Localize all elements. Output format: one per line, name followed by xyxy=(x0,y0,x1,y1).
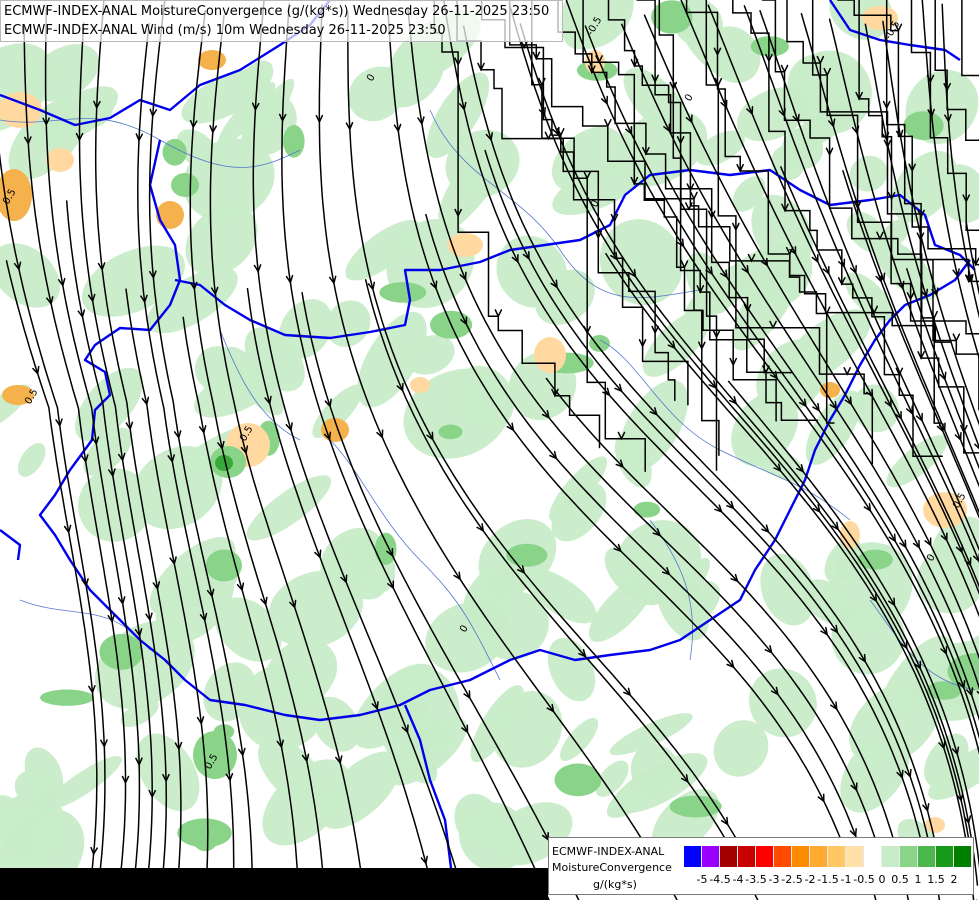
contour-label: 0 xyxy=(683,92,696,103)
legend-tick-label: -1 xyxy=(840,873,852,886)
legend-tick-label: 1.5 xyxy=(927,873,945,886)
green-convergence-area xyxy=(0,243,61,308)
wind-streamline xyxy=(965,221,979,296)
color-legend: ECMWF-INDEX-ANAL MoistureConvergence g/(… xyxy=(548,837,974,895)
map-title-box: ECMWF-INDEX-ANAL MoistureConvergence (g/… xyxy=(0,0,563,42)
legend-swatch xyxy=(882,846,900,867)
moisture-convergence-wind-map[interactable]: 000000.50.50.5-0.5-0.50.50.5 xyxy=(0,0,979,900)
legend-tick-label: 0 xyxy=(878,873,886,886)
green-convergence-area xyxy=(828,542,913,633)
legend-tick-label: 1 xyxy=(914,873,922,886)
legend-swatch xyxy=(720,846,738,867)
green-convergence-area xyxy=(886,435,948,488)
green-convergence-area xyxy=(191,822,219,852)
green-convergence-area xyxy=(99,633,144,670)
wind-arrow xyxy=(685,202,693,211)
wind-arrow xyxy=(604,118,612,128)
green-convergence-area xyxy=(379,282,427,303)
legend-swatch xyxy=(936,846,954,867)
legend-tick-label: -4.5 xyxy=(709,873,731,886)
orange-divergence-area xyxy=(198,50,226,70)
legend-swatch xyxy=(954,846,972,867)
legend-swatch xyxy=(828,846,846,867)
orange-divergence-area xyxy=(820,382,840,398)
orange-divergence-area xyxy=(410,377,430,393)
legend-tick-label: -4 xyxy=(732,873,744,886)
legend-swatch xyxy=(792,846,810,867)
legend-tick-label: 2 xyxy=(950,873,958,886)
legend-tick-label: -1.5 xyxy=(817,873,839,886)
green-convergence-area xyxy=(374,532,397,566)
legend-tick-label: -5 xyxy=(696,873,708,886)
legend-units: g/(kg*s) xyxy=(593,878,637,891)
wind-title: ECMWF-INDEX-ANAL Wind (m/s) 10m Wednesda… xyxy=(4,23,446,38)
legend-swatch xyxy=(900,846,918,867)
green-convergence-area xyxy=(633,501,661,518)
wind-arrow xyxy=(930,310,938,320)
legend-tick-label: -2 xyxy=(804,873,816,886)
wind-arrow xyxy=(690,191,698,201)
legend-swatch xyxy=(810,846,828,867)
wind-streamline xyxy=(961,0,979,77)
wind-arrow xyxy=(952,333,961,343)
legend-ticks: -5 -4.5 -4 -3.5 -3 -2.5 -2 -1.5 -1 -0.5 0 0.5 1 1.5 2 xyxy=(684,874,972,888)
orange-divergence-area xyxy=(46,148,74,172)
country-border xyxy=(0,529,22,561)
legend-tick-label: 0.5 xyxy=(891,873,909,886)
green-convergence-area xyxy=(205,549,242,582)
green-convergence-area xyxy=(849,155,888,192)
moisture-convergence-title: ECMWF-INDEX-ANAL MoistureConvergence (g/… xyxy=(4,4,550,19)
wind-arrow xyxy=(494,309,503,318)
legend-swatch xyxy=(774,846,792,867)
green-convergence-area xyxy=(506,543,548,567)
legend-tick-label: -0.5 xyxy=(853,873,875,886)
orange-divergence-area xyxy=(534,337,566,373)
green-convergence-area xyxy=(136,733,200,812)
legend-swatch xyxy=(846,846,864,867)
legend-swatches xyxy=(684,846,972,867)
legend-swatch xyxy=(684,846,702,867)
legend-tick-label: -3.5 xyxy=(745,873,767,886)
green-convergence-area xyxy=(669,795,722,818)
legend-tick-label: -2.5 xyxy=(781,873,803,886)
legend-title-variable: MoistureConvergence xyxy=(552,861,672,874)
wind-arrow xyxy=(780,64,789,74)
green-convergence-area xyxy=(438,424,463,440)
no-data-strip xyxy=(0,868,548,900)
legend-swatch xyxy=(738,846,756,867)
legend-swatch xyxy=(864,846,882,867)
legend-swatch xyxy=(702,846,720,867)
green-convergence-area xyxy=(171,173,199,197)
orange-divergence-area xyxy=(925,817,945,833)
green-convergence-area xyxy=(17,443,46,477)
legend-swatch xyxy=(918,846,936,867)
map-viewer: 0 0 0 0 0 0.5 0.5 0.5 -0.5 -0.5 0.5 0.5 ECMWF-INDEX… xyxy=(0,0,979,900)
orange-divergence-area xyxy=(156,201,184,229)
legend-title-model: ECMWF-INDEX-ANAL xyxy=(552,845,665,858)
wind-arrow xyxy=(843,367,851,376)
legend-tick-label: -3 xyxy=(768,873,780,886)
green-convergence-area xyxy=(40,689,94,706)
legend-swatch xyxy=(756,846,774,867)
